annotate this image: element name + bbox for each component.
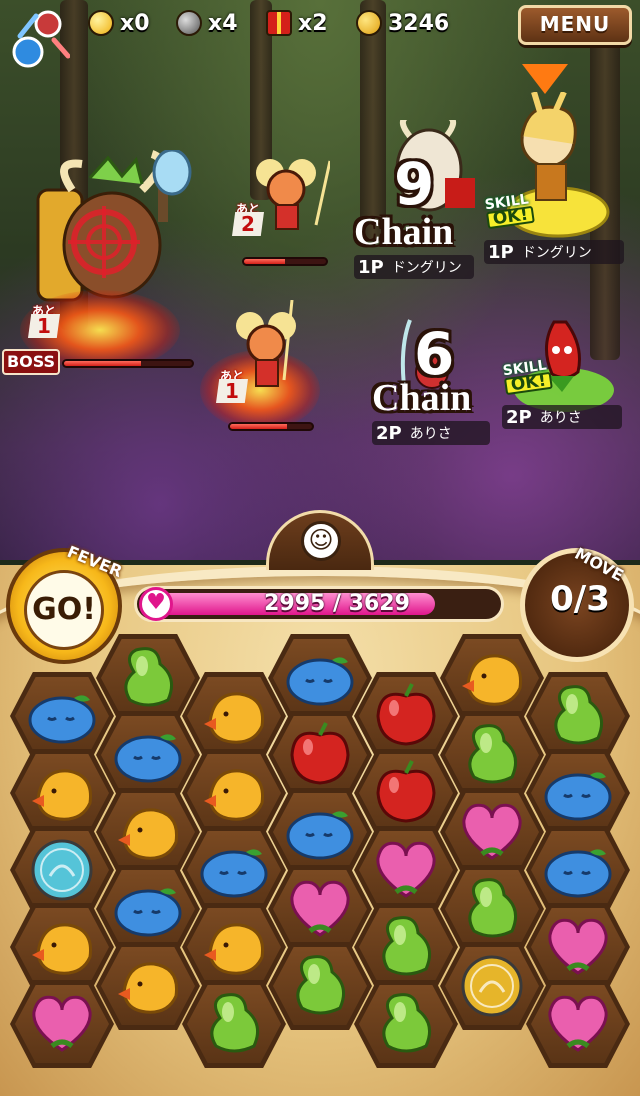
p2-chain-plate: 2P ありさ [372,421,490,445]
turn-number: 1 [216,379,248,403]
bomb-count: x4 [208,10,238,36]
p1-skill-ok-badge: SKILL OK! [484,191,536,229]
grid-cell-pink[interactable] [526,980,630,1068]
blue-puyo-piece [544,772,612,821]
boss-badge: BOSS [2,349,60,375]
blue-puyo-piece [114,734,182,783]
turn-number: 1 [28,314,60,338]
boss-hp-bar [62,359,194,368]
green-puyo-piece [382,993,432,1053]
pink-puyo-piece [548,918,608,975]
egg-count: x0 [120,10,150,36]
yellow-puyo-piece [118,808,179,860]
yellow-puyo-piece [204,923,265,975]
blue-puyo-piece [286,657,354,706]
yellow-puyo-piece [32,769,93,821]
p1-player-plate: 1P ドングリン [484,240,624,264]
pink-puyo-piece [376,841,436,898]
p2-chain-label: Chain [372,377,472,419]
p1-chain-number: 9 [394,150,435,218]
blue-puyo-piece [200,849,268,898]
team-hp-bar: ♥ 2995 / 3629 [134,586,504,622]
coin-count: 3246 [388,10,450,36]
yellow-puyo-piece [204,769,265,821]
green-puyo-piece [468,724,518,784]
gift-counter: x2 [266,6,328,40]
green-puyo-piece [124,647,174,707]
gift-count: x2 [298,10,328,36]
red-puyo-piece [290,722,350,785]
player-name: ありさ [539,410,582,426]
minion-bottom-hp-fill [230,424,288,429]
turn-number: 2 [232,212,264,236]
p2-player-plate: 2P ありさ [502,405,622,429]
yellow-puyo-piece [32,923,93,975]
green-puyo-piece [296,955,346,1015]
coin_blue-puyo-piece [31,839,93,901]
coin_gold-puyo-piece [461,955,523,1017]
heart-icon: ♥ [139,587,173,621]
player-tag: 1P [488,241,514,263]
minion-top-hp-bar [242,257,328,266]
move-count: 0/3 [550,579,610,619]
player-tag: 1P [358,256,384,278]
blue-puyo-piece [28,695,96,744]
player-name: ありさ [409,426,452,442]
smiley-face-icon: ☺ [301,521,341,561]
pink-puyo-piece [32,995,92,1052]
yellow-puyo-piece [118,962,179,1014]
blue-puyo-piece [544,849,612,898]
p1-chain-label: Chain [354,211,454,253]
green-puyo-piece [382,916,432,976]
green-puyo-piece [210,993,260,1053]
arrow-toggle-icon[interactable] [6,6,70,70]
green-puyo-piece [468,878,518,938]
coin-counter: 3246 [356,6,449,40]
pink-puyo-piece [462,803,522,860]
p1-chain-plate: 1P ドングリン [354,255,474,279]
gift-box-icon [266,10,292,36]
bomb-icon [176,10,202,36]
yellow-puyo-piece [462,654,523,706]
minion-top-turn-counter: あと 2 [228,200,268,240]
green-puyo-piece [554,685,604,745]
team-hp-text: 2995 / 3629 [264,591,410,616]
pink-puyo-piece [290,880,350,937]
egg-counter: x0 [88,6,150,40]
coin-icon [356,10,382,36]
player-name: ドングリン [521,245,592,261]
bomb-counter: x4 [176,6,238,40]
minion-bottom-turn-counter: あと 1 [212,367,252,407]
boss-turn-counter: あと 1 [24,302,64,342]
red-puyo-piece [376,683,436,746]
yellow-puyo-piece [204,692,265,744]
minion-top-hp-fill [244,259,285,264]
player-tag: 2P [506,406,532,428]
minion-bottom-hp-bar [228,422,314,431]
player-name: ドングリン [391,260,462,276]
p2-skill-ok-badge: SKILL OK! [502,357,554,395]
red-puyo-piece [376,760,436,823]
player-tag: 2P [376,422,402,444]
blue-puyo-piece [286,811,354,860]
golden-egg-icon [88,10,114,36]
fever-go-label: GO! [24,570,104,650]
blue-puyo-piece [114,888,182,937]
pink-puyo-piece [548,995,608,1052]
boss-hp-fill [64,361,141,366]
menu-button[interactable]: MENU [518,5,632,45]
